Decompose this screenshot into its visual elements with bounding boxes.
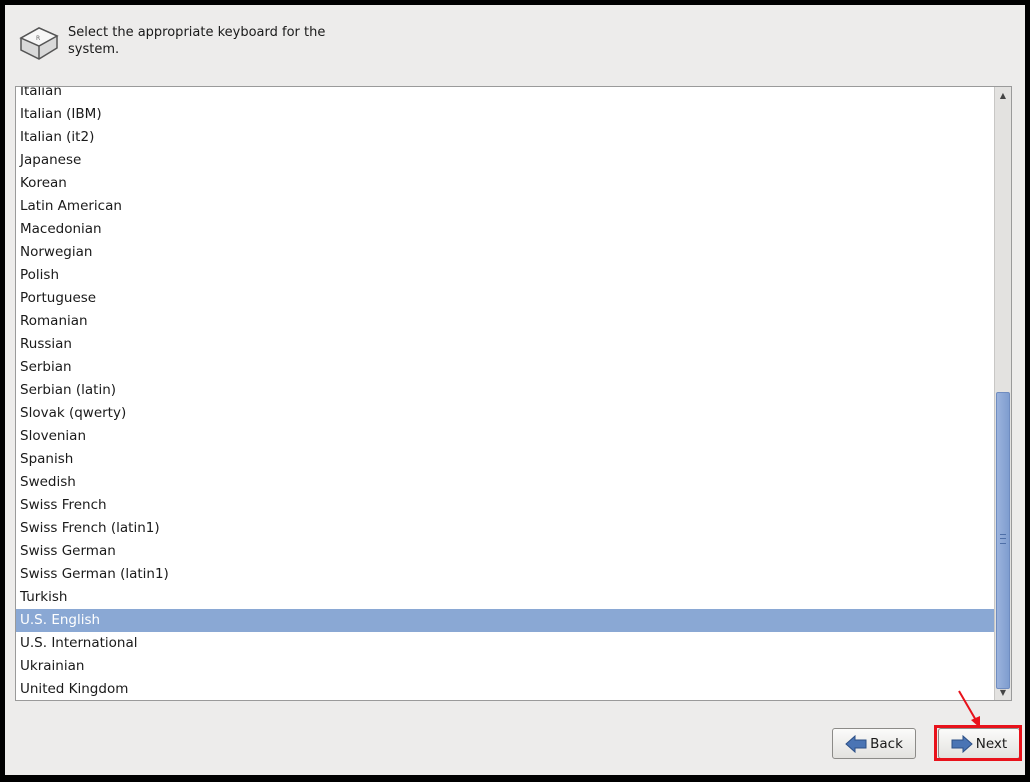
list-item[interactable]: Swedish [16, 471, 994, 494]
list-item[interactable]: Serbian [16, 356, 994, 379]
annotation-arrow-icon [958, 690, 980, 728]
list-item[interactable]: Swiss French [16, 494, 994, 517]
list-item[interactable]: Russian [16, 333, 994, 356]
list-item[interactable]: Italian [16, 87, 994, 103]
list-item[interactable]: Italian (IBM) [16, 103, 994, 126]
list-item[interactable]: Swiss French (latin1) [16, 517, 994, 540]
list-item[interactable]: Swiss German (latin1) [16, 563, 994, 586]
list-item[interactable]: U.S. International [16, 632, 994, 655]
annotation-highlight-box [934, 725, 1022, 761]
scrollbar-thumb[interactable] [996, 392, 1010, 689]
list-item[interactable]: Polish [16, 264, 994, 287]
list-item-selected[interactable]: U.S. English [16, 609, 994, 632]
scroll-up-arrow-icon[interactable]: ▲ [996, 88, 1010, 102]
list-item[interactable]: Slovak (qwerty) [16, 402, 994, 425]
list-item[interactable]: Swiss German [16, 540, 994, 563]
installer-window: R Select the appropriate keyboard for th… [5, 5, 1025, 775]
list-item[interactable]: Japanese [16, 149, 994, 172]
list-item[interactable]: Macedonian [16, 218, 994, 241]
list-item[interactable]: United Kingdom [16, 678, 994, 700]
list-item[interactable]: Portuguese [16, 287, 994, 310]
back-button[interactable]: Back [832, 728, 916, 759]
keyboard-key-icon: R [19, 27, 59, 60]
list-item[interactable]: Serbian (latin) [16, 379, 994, 402]
list-item[interactable]: Ukrainian [16, 655, 994, 678]
list-item[interactable]: Romanian [16, 310, 994, 333]
list-item[interactable]: Slovenian [16, 425, 994, 448]
keyboard-listbox[interactable]: Italian Italian (IBM) Italian (it2) Japanes… [15, 86, 1012, 701]
list-item[interactable]: Latin American [16, 195, 994, 218]
list-item[interactable]: Italian (it2) [16, 126, 994, 149]
list-item[interactable]: Norwegian [16, 241, 994, 264]
back-button-label: Back [870, 735, 903, 752]
page-prompt: Select the appropriate keyboard for the … [68, 25, 326, 57]
svg-text:R: R [36, 35, 40, 42]
arrow-left-icon [845, 734, 867, 753]
scroll-grip-icon [1000, 534, 1006, 544]
list-item[interactable]: Spanish [16, 448, 994, 471]
scroll-down-arrow-icon[interactable]: ▼ [996, 685, 1010, 699]
keyboard-list: Italian Italian (IBM) Italian (it2) Japanes… [16, 87, 994, 700]
list-item[interactable]: Korean [16, 172, 994, 195]
vertical-scrollbar[interactable]: ▲ ▼ [994, 87, 1011, 700]
list-item[interactable]: Turkish [16, 586, 994, 609]
